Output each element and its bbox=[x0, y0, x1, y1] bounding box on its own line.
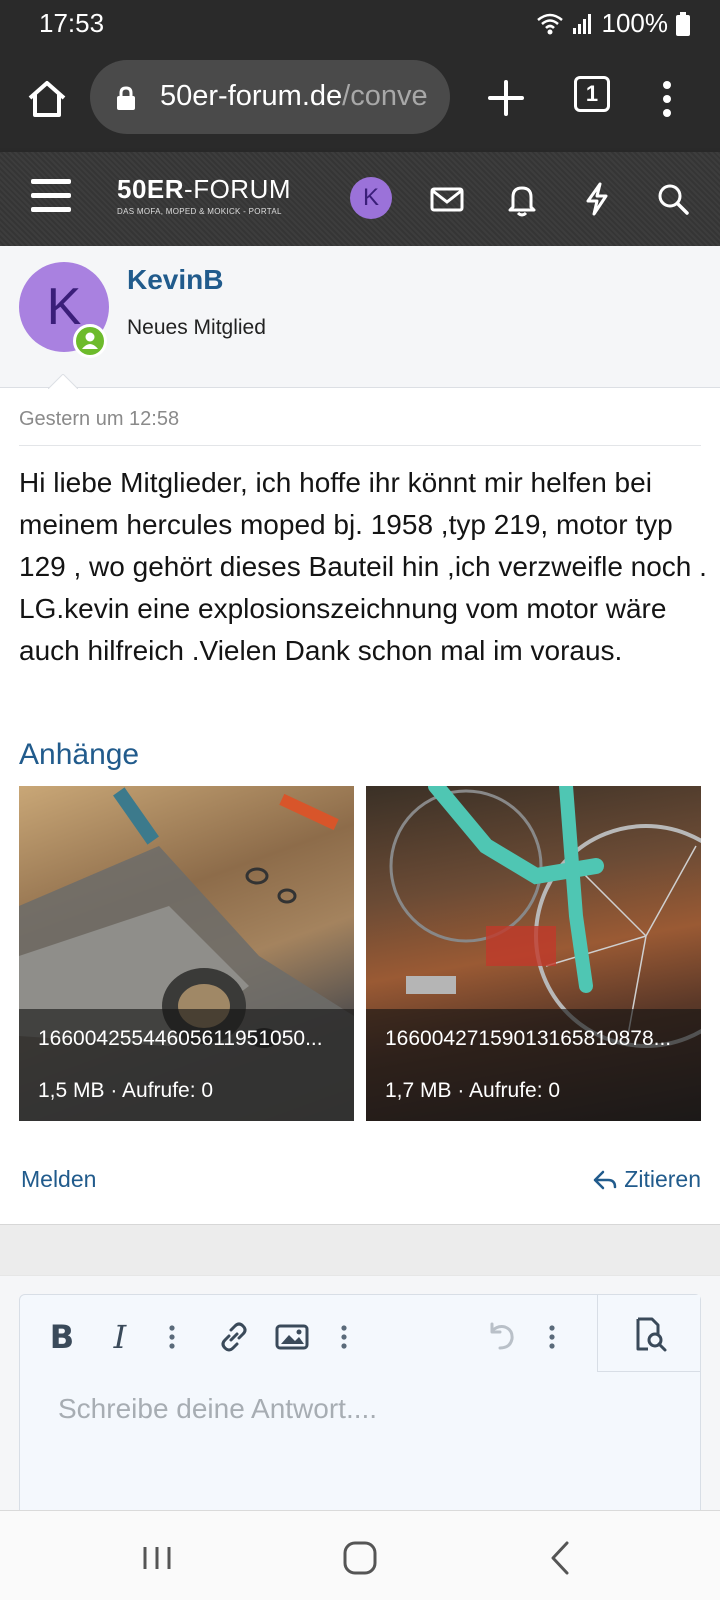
post-divider bbox=[19, 445, 701, 446]
attachment-meta: 1,5 MB · Aufrufe: 0 bbox=[38, 1079, 214, 1102]
section-separator bbox=[0, 1224, 720, 1276]
attachment-filename: 16600425544605611951050... bbox=[38, 1027, 323, 1050]
post-body: Hi liebe Mitglieder, ich hoffe ihr könnt… bbox=[19, 467, 707, 666]
menu-dots-icon[interactable] bbox=[655, 74, 679, 124]
italic-button[interactable]: I bbox=[100, 1317, 140, 1357]
more-format-icon[interactable] bbox=[152, 1317, 192, 1357]
search-icon[interactable] bbox=[654, 180, 692, 218]
recent-apps-icon[interactable] bbox=[132, 1533, 182, 1583]
wifi-icon bbox=[536, 13, 563, 34]
battery-percent: 100% bbox=[601, 8, 669, 38]
preview-icon bbox=[636, 1317, 667, 1352]
back-icon[interactable] bbox=[536, 1533, 586, 1583]
reply-icon bbox=[594, 1170, 617, 1189]
logo-subtitle: DAS MOFA, MOPED & MOKICK - PORTAL bbox=[117, 207, 282, 216]
address-bar[interactable]: 50er-forum.de/conve bbox=[90, 60, 450, 134]
quote-label: Zitieren bbox=[624, 1166, 701, 1192]
attachment-info-overlay bbox=[19, 1009, 354, 1121]
quote-button[interactable]: Zitieren bbox=[592, 1166, 701, 1193]
link-icon[interactable] bbox=[214, 1317, 254, 1357]
bolt-icon[interactable] bbox=[578, 180, 616, 218]
post-author: K KevinB Neues Mitglied bbox=[0, 246, 720, 389]
lock-icon bbox=[117, 86, 135, 110]
attachment-thumbnail[interactable]: 16600427159013165810878... 1,7 MB · Aufr… bbox=[366, 786, 701, 1121]
reply-area: B I Schreibe deine Antwort.... bbox=[0, 1276, 720, 1534]
attachment-filename: 16600427159013165810878... bbox=[385, 1027, 672, 1050]
undo-icon[interactable] bbox=[480, 1317, 520, 1357]
attachments-heading: Anhänge bbox=[19, 738, 140, 771]
plus-icon[interactable] bbox=[484, 76, 528, 120]
forum-logo[interactable]: 50ER-FORUM DAS MOFA, MOPED & MOKICK - PO… bbox=[117, 174, 291, 216]
logo-title-bold: 50ER bbox=[117, 174, 185, 204]
bell-icon[interactable] bbox=[503, 180, 541, 218]
status-bar: 17:53 100% bbox=[0, 0, 720, 46]
post-date[interactable]: Gestern um 12:58 bbox=[19, 408, 179, 431]
battery-icon bbox=[676, 11, 690, 36]
attachment-info-overlay bbox=[366, 1009, 701, 1121]
reply-editor[interactable]: B I Schreibe deine Antwort.... bbox=[19, 1294, 701, 1534]
author-username[interactable]: KevinB bbox=[127, 264, 223, 296]
account-avatar[interactable]: K bbox=[350, 177, 392, 219]
more-options-icon[interactable] bbox=[532, 1317, 572, 1357]
report-link[interactable]: Melden bbox=[21, 1166, 96, 1193]
attachment-thumbnail[interactable]: 16600425544605611951050... 1,5 MB · Aufr… bbox=[19, 786, 354, 1121]
browser-toolbar: 50er-forum.de/conve 1 bbox=[0, 46, 720, 152]
status-time: 17:53 bbox=[39, 8, 105, 38]
url-host: 50er-forum.de bbox=[160, 80, 343, 112]
home-nav-icon[interactable] bbox=[335, 1533, 385, 1583]
url-path: /conve bbox=[342, 80, 428, 112]
preview-button[interactable] bbox=[597, 1295, 700, 1372]
tab-switcher-button[interactable]: 1 bbox=[574, 76, 610, 112]
online-status-icon bbox=[73, 324, 107, 358]
bold-button[interactable]: B bbox=[42, 1317, 82, 1357]
forum-header: 50ER-FORUM DAS MOFA, MOPED & MOKICK - PO… bbox=[0, 152, 720, 246]
pointer-arrow bbox=[48, 374, 78, 389]
logo-title-rest: -FORUM bbox=[184, 174, 292, 204]
more-insert-icon[interactable] bbox=[324, 1317, 364, 1357]
mail-icon[interactable] bbox=[428, 180, 466, 218]
hamburger-icon[interactable] bbox=[31, 179, 71, 213]
attachment-meta: 1,7 MB · Aufrufe: 0 bbox=[385, 1079, 561, 1102]
image-icon[interactable] bbox=[272, 1317, 312, 1357]
reply-input-placeholder[interactable]: Schreibe deine Antwort.... bbox=[58, 1393, 377, 1425]
url-text: 50er-forum.de/conve bbox=[160, 80, 428, 113]
signal-icon bbox=[572, 13, 591, 34]
author-user-title: Neues Mitglied bbox=[127, 316, 266, 339]
system-navigation-bar bbox=[0, 1510, 720, 1600]
status-icons: 100% bbox=[536, 8, 690, 39]
home-icon[interactable] bbox=[22, 74, 72, 124]
